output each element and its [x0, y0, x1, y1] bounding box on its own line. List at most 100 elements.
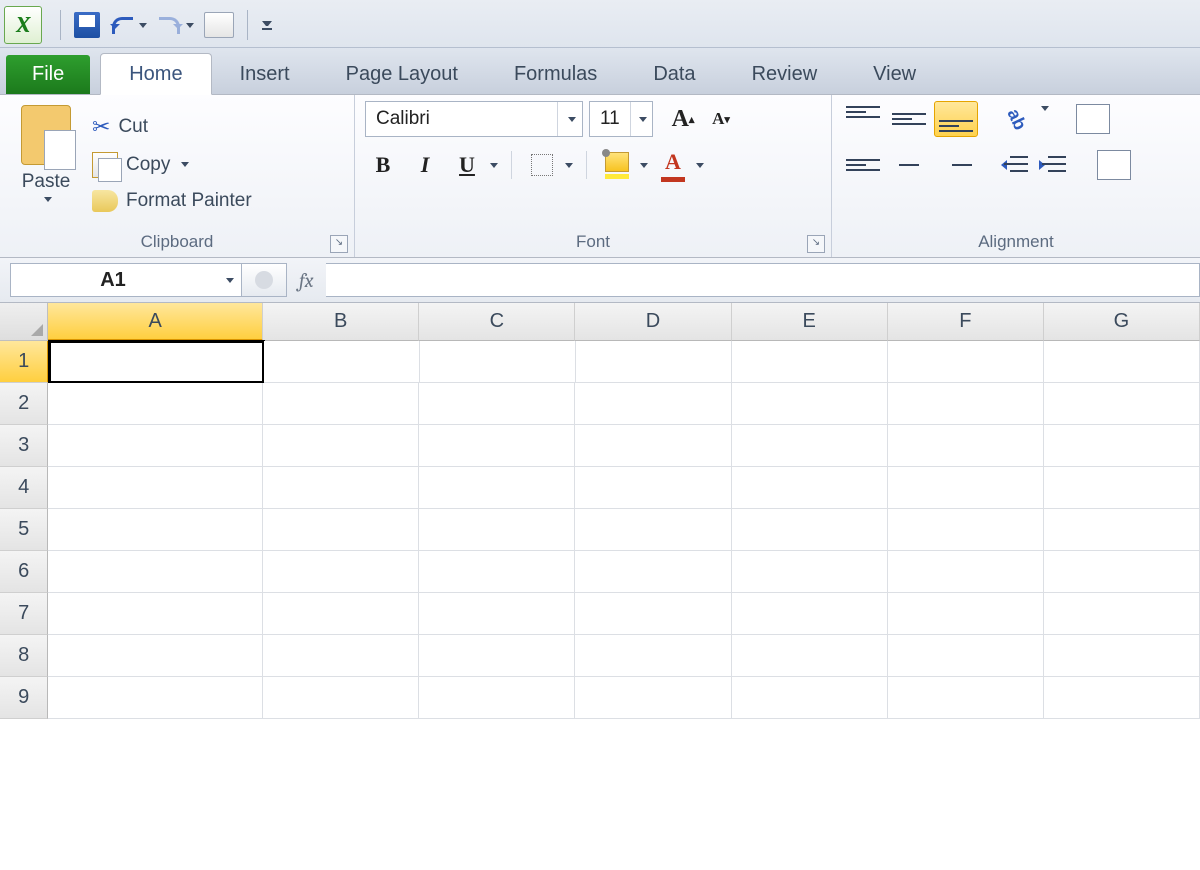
cell[interactable]: [48, 593, 263, 635]
cell[interactable]: [48, 509, 263, 551]
tab-data[interactable]: Data: [625, 54, 723, 94]
tab-insert[interactable]: Insert: [212, 54, 318, 94]
redo-button[interactable]: [152, 9, 199, 41]
cell[interactable]: [48, 677, 263, 719]
tab-review[interactable]: Review: [724, 54, 846, 94]
cell[interactable]: [264, 341, 420, 383]
column-header-g[interactable]: G: [1044, 303, 1200, 341]
cell[interactable]: [1044, 467, 1200, 509]
cell[interactable]: [1044, 593, 1200, 635]
cell[interactable]: [48, 467, 263, 509]
cell[interactable]: [419, 593, 575, 635]
cell[interactable]: [888, 551, 1044, 593]
merge-center-button[interactable]: [1096, 147, 1132, 183]
cell[interactable]: [888, 425, 1044, 467]
middle-align-button[interactable]: [888, 104, 930, 134]
cell[interactable]: [48, 383, 263, 425]
cell[interactable]: [576, 341, 732, 383]
row-header-3[interactable]: 3: [0, 425, 48, 467]
decrease-indent-button[interactable]: [998, 150, 1032, 180]
cell[interactable]: [419, 383, 575, 425]
cell[interactable]: [48, 551, 263, 593]
print-preview-button[interactable]: [199, 9, 239, 41]
row-header-4[interactable]: 4: [0, 467, 48, 509]
cell[interactable]: [888, 509, 1044, 551]
cell[interactable]: [575, 593, 731, 635]
cell[interactable]: [732, 677, 888, 719]
chevron-down-icon[interactable]: [557, 102, 582, 136]
cell[interactable]: [575, 467, 731, 509]
tab-file[interactable]: File: [6, 55, 90, 94]
bold-button[interactable]: B: [365, 147, 401, 183]
cell[interactable]: [888, 635, 1044, 677]
undo-button[interactable]: [105, 9, 152, 41]
font-size-combo[interactable]: 11: [589, 101, 653, 137]
cell[interactable]: [575, 635, 731, 677]
column-header-f[interactable]: F: [888, 303, 1044, 341]
align-left-button[interactable]: [842, 150, 884, 180]
format-painter-button[interactable]: Format Painter: [92, 190, 252, 212]
cell[interactable]: [48, 635, 263, 677]
formula-input[interactable]: [326, 263, 1200, 297]
cell[interactable]: [419, 467, 575, 509]
row-header-5[interactable]: 5: [0, 509, 48, 551]
column-header-b[interactable]: B: [263, 303, 419, 341]
cell[interactable]: [1044, 635, 1200, 677]
cell[interactable]: [1044, 677, 1200, 719]
name-box-dropdown[interactable]: [215, 278, 241, 283]
cell[interactable]: [263, 383, 419, 425]
fill-color-button[interactable]: [599, 147, 635, 183]
font-color-button[interactable]: A: [655, 147, 691, 183]
cell[interactable]: [575, 425, 731, 467]
italic-button[interactable]: I: [407, 147, 443, 183]
cell[interactable]: [575, 509, 731, 551]
insert-function-button[interactable]: fx: [299, 269, 314, 292]
cell[interactable]: [888, 467, 1044, 509]
fill-color-dropdown[interactable]: [635, 163, 649, 168]
cell[interactable]: [1044, 425, 1200, 467]
cell[interactable]: [575, 383, 731, 425]
cell[interactable]: [732, 551, 888, 593]
column-header-e[interactable]: E: [732, 303, 888, 341]
increase-font-size-button[interactable]: A▴: [665, 101, 701, 137]
bottom-align-button[interactable]: [934, 101, 978, 137]
tab-page-layout[interactable]: Page Layout: [318, 54, 486, 94]
cell[interactable]: [575, 677, 731, 719]
cell[interactable]: [263, 551, 419, 593]
underline-dropdown[interactable]: [485, 163, 499, 168]
cell[interactable]: [419, 635, 575, 677]
borders-button[interactable]: [524, 147, 560, 183]
customize-qat-button[interactable]: [262, 13, 272, 37]
cell[interactable]: [263, 467, 419, 509]
row-header-6[interactable]: 6: [0, 551, 48, 593]
cell[interactable]: [419, 551, 575, 593]
cell[interactable]: [419, 677, 575, 719]
font-name-combo[interactable]: Calibri: [365, 101, 583, 137]
tab-view[interactable]: View: [845, 54, 944, 94]
underline-button[interactable]: U: [449, 147, 485, 183]
column-header-c[interactable]: C: [419, 303, 575, 341]
font-dialog-launcher[interactable]: ↘: [807, 235, 825, 253]
clipboard-dialog-launcher[interactable]: ↘: [330, 235, 348, 253]
align-right-button[interactable]: [934, 150, 976, 180]
cell[interactable]: [1044, 551, 1200, 593]
row-header-1[interactable]: 1: [0, 341, 49, 383]
increase-indent-button[interactable]: [1036, 150, 1070, 180]
select-all-button[interactable]: [0, 303, 48, 341]
cell[interactable]: [263, 677, 419, 719]
cell[interactable]: [263, 593, 419, 635]
name-box[interactable]: A1: [10, 263, 242, 297]
decrease-font-size-button[interactable]: A▾: [703, 101, 739, 137]
orientation-dropdown[interactable]: [1038, 111, 1049, 128]
cell-a1[interactable]: [49, 341, 264, 383]
cell[interactable]: [420, 341, 576, 383]
row-header-8[interactable]: 8: [0, 635, 48, 677]
cell[interactable]: [732, 593, 888, 635]
cut-button[interactable]: ✂ Cut: [92, 114, 252, 140]
cell[interactable]: [732, 425, 888, 467]
borders-dropdown[interactable]: [560, 163, 574, 168]
chevron-down-icon[interactable]: [630, 102, 652, 136]
align-center-button[interactable]: [888, 150, 930, 180]
copy-button[interactable]: Copy: [92, 152, 252, 178]
cell[interactable]: [263, 425, 419, 467]
